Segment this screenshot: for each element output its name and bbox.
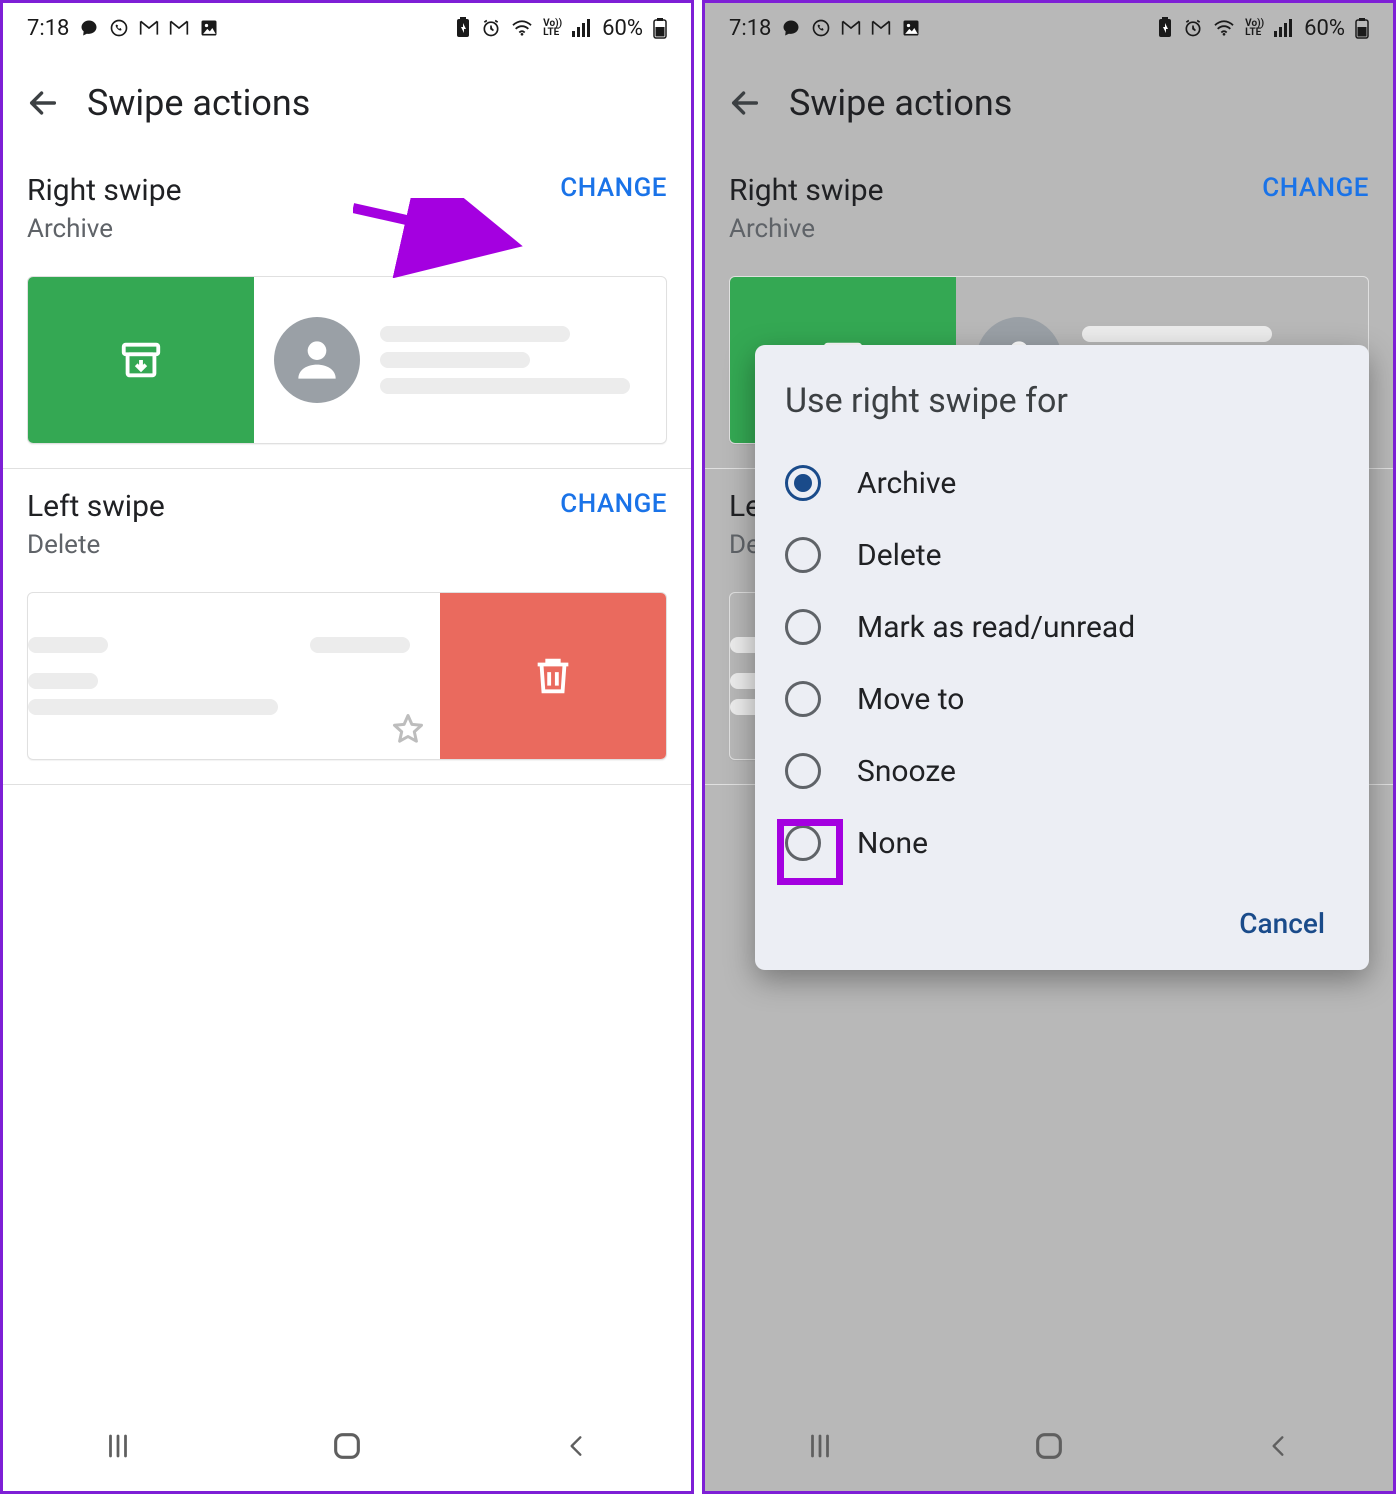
gmail-m-icon-2: [871, 19, 891, 37]
right-swipe-change-button[interactable]: CHANGE: [1262, 173, 1369, 203]
gmail-m-icon: [841, 19, 861, 37]
option-none[interactable]: None: [785, 807, 1339, 879]
signal-icon: [572, 19, 592, 37]
nav-home-button[interactable]: [317, 1416, 377, 1476]
nav-recents-button[interactable]: [88, 1416, 148, 1476]
right-swipe-title: Right swipe: [729, 173, 883, 208]
placeholder-line: [28, 699, 278, 715]
message-preview: [254, 277, 666, 443]
dialog-title: Use right swipe for: [785, 381, 1339, 421]
avatar-icon: [274, 317, 360, 403]
chat-icon: [79, 18, 99, 38]
phone-screenshot-left: 7:18: [0, 0, 694, 1494]
left-swipe-change-button[interactable]: CHANGE: [560, 489, 667, 519]
right-swipe-title: Right swipe: [27, 173, 181, 208]
option-label: None: [857, 826, 928, 861]
annotation-highlight: [777, 819, 843, 885]
status-bar: 7:18: [3, 3, 691, 53]
swipe-action-dialog: Use right swipe for Archive Delete Mark …: [755, 345, 1369, 970]
alarm-icon: [481, 18, 501, 38]
right-swipe-section: Right swipe Archive CHANGE: [3, 153, 691, 248]
option-delete[interactable]: Delete: [785, 519, 1339, 591]
wifi-icon: [511, 19, 533, 37]
back-button[interactable]: [23, 83, 63, 123]
message-preview: [28, 593, 440, 759]
radio-icon: [785, 465, 821, 501]
app-bar: Swipe actions: [705, 53, 1393, 153]
status-bar: 7:18 Vo))LTE 60%: [705, 3, 1393, 53]
radio-icon: [785, 681, 821, 717]
placeholder-line: [28, 637, 108, 653]
placeholder-line: [28, 673, 98, 689]
battery-saver-icon: [455, 17, 471, 39]
app-bar: Swipe actions: [3, 53, 691, 153]
right-swipe-subtitle: Archive: [27, 214, 181, 244]
signal-icon: [1274, 19, 1294, 37]
volte-icon: Vo))LTE: [1245, 19, 1264, 37]
star-icon: [390, 711, 426, 747]
alarm-icon: [1183, 18, 1203, 38]
back-button[interactable]: [725, 83, 765, 123]
battery-icon: [653, 17, 667, 39]
divider: [3, 784, 691, 785]
right-swipe-preview: [27, 276, 667, 444]
placeholder-line: [380, 378, 630, 394]
left-swipe-preview: [27, 592, 667, 760]
page-title: Swipe actions: [789, 82, 1012, 124]
whatsapp-icon: [811, 18, 831, 38]
wifi-icon: [1213, 19, 1235, 37]
status-time: 7:18: [729, 16, 771, 41]
gmail-m-icon: [139, 19, 159, 37]
android-nav-bar: [3, 1401, 691, 1491]
android-nav-bar: [705, 1401, 1393, 1491]
cancel-button[interactable]: Cancel: [1225, 897, 1339, 950]
option-label: Delete: [857, 538, 942, 573]
option-move-to[interactable]: Move to: [785, 663, 1339, 735]
option-archive[interactable]: Archive: [785, 447, 1339, 519]
chat-icon: [781, 18, 801, 38]
option-label: Snooze: [857, 754, 956, 789]
phone-screenshot-right: 7:18 Vo))LTE 60% Swipe actions: [702, 0, 1396, 1494]
placeholder-line: [310, 637, 410, 653]
gmail-m-icon-2: [169, 19, 189, 37]
option-label: Mark as read/unread: [857, 610, 1135, 645]
option-mark-read-unread[interactable]: Mark as read/unread: [785, 591, 1339, 663]
placeholder-line: [380, 326, 570, 342]
nav-back-button[interactable]: [1248, 1416, 1308, 1476]
placeholder-line: [380, 352, 530, 368]
delete-action-tile: [440, 593, 666, 759]
option-label: Archive: [857, 466, 956, 501]
image-icon: [199, 18, 219, 38]
right-swipe-section: Right swipe Archive CHANGE: [705, 153, 1393, 248]
page-title: Swipe actions: [87, 82, 310, 124]
nav-home-button[interactable]: [1019, 1416, 1079, 1476]
status-time: 7:18: [27, 16, 69, 41]
battery-icon: [1355, 17, 1369, 39]
radio-icon: [785, 537, 821, 573]
radio-icon: [785, 609, 821, 645]
annotation-arrow: [353, 198, 553, 278]
battery-percent: 60%: [602, 16, 643, 41]
option-snooze[interactable]: Snooze: [785, 735, 1339, 807]
nav-recents-button[interactable]: [790, 1416, 850, 1476]
volte-icon: Vo))LTE: [543, 19, 562, 37]
whatsapp-icon: [109, 18, 129, 38]
archive-action-tile: [28, 277, 254, 443]
left-swipe-subtitle: Delete: [27, 530, 165, 560]
left-swipe-title: Left swipe: [27, 489, 165, 524]
right-swipe-subtitle: Archive: [729, 214, 883, 244]
nav-back-button[interactable]: [546, 1416, 606, 1476]
left-swipe-section: Left swipe Delete CHANGE: [3, 469, 691, 564]
battery-saver-icon: [1157, 17, 1173, 39]
option-label: Move to: [857, 682, 964, 717]
image-icon: [901, 18, 921, 38]
right-swipe-change-button[interactable]: CHANGE: [560, 173, 667, 203]
battery-percent: 60%: [1304, 16, 1345, 41]
radio-icon: [785, 753, 821, 789]
